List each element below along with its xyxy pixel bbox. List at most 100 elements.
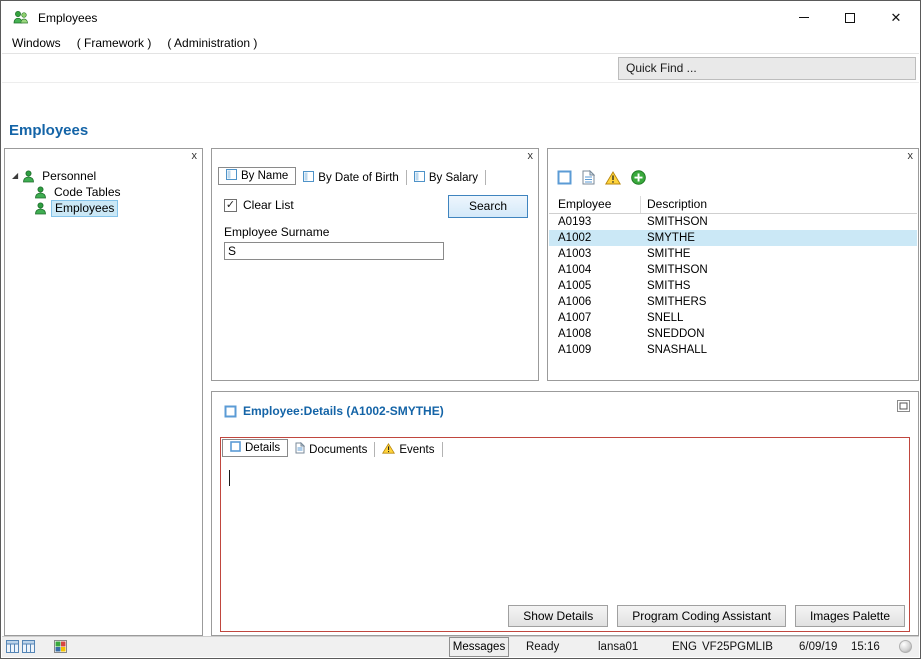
cell-description: SMITHSON — [641, 216, 708, 228]
tab-label: Details — [245, 442, 280, 454]
tree-item-label-selected: Employees — [51, 200, 118, 217]
table-row-selected[interactable]: A1002SMYTHE — [549, 230, 917, 246]
tab-details[interactable]: Details — [222, 439, 288, 457]
minimize-icon — [799, 17, 809, 18]
restore-icon[interactable] — [897, 400, 910, 412]
grid-view-icon[interactable] — [6, 640, 19, 653]
details-view-icon[interactable] — [557, 170, 572, 185]
cell-description: SMITHS — [641, 280, 690, 292]
messages-button[interactable]: Messages — [449, 637, 509, 657]
grid-view-icon-2[interactable] — [22, 640, 35, 653]
column-header-employee[interactable]: Employee — [549, 196, 641, 213]
tree-item-code-tables[interactable]: Code Tables — [34, 184, 124, 200]
table-row[interactable]: A1009SNASHALL — [549, 342, 917, 358]
cell-description: SNASHALL — [641, 344, 707, 356]
program-coding-assistant-button[interactable]: Program Coding Assistant — [617, 605, 786, 627]
clear-list-checkbox[interactable]: ✓ — [224, 199, 237, 212]
window-title: Employees — [38, 11, 97, 25]
grid-header: Employee Description — [549, 196, 917, 214]
close-panel-icon[interactable]: x — [908, 150, 914, 162]
tab-events[interactable]: Events — [375, 442, 442, 457]
panel-icon — [230, 441, 241, 455]
page-title: Employees — [9, 122, 88, 139]
cell-description: SMITHERS — [641, 296, 706, 308]
cell-employee: A1004 — [549, 264, 641, 276]
tab-label: Events — [399, 444, 434, 456]
framework-icon[interactable] — [54, 640, 67, 653]
table-row[interactable]: A1003SMITHE — [549, 246, 917, 262]
table-row[interactable]: A1007SNELL — [549, 310, 917, 326]
maximize-icon — [845, 13, 855, 23]
cell-description: SNEDDON — [641, 328, 705, 340]
close-panel-icon[interactable]: x — [192, 150, 198, 162]
maximize-button[interactable] — [827, 2, 873, 33]
details-content-area[interactable]: Details Documents Events Show Details Pr… — [220, 437, 910, 632]
tab-by-date-of-birth[interactable]: By Date of Birth — [296, 170, 407, 185]
table-row[interactable]: A1005SMITHS — [549, 278, 917, 294]
status-date: 6/09/19 — [799, 637, 837, 657]
cell-employee: A1009 — [549, 344, 641, 356]
employee-list-panel: x Employee Description A0193SMITHSON A10… — [547, 148, 919, 381]
images-palette-button[interactable]: Images Palette — [795, 605, 905, 627]
tab-documents[interactable]: Documents — [288, 442, 375, 457]
warning-icon[interactable] — [605, 171, 621, 185]
warning-icon — [382, 443, 395, 457]
tab-by-salary[interactable]: By Salary — [407, 170, 486, 185]
employee-details-panel: Employee:Details (A1002-SMYTHE) Details … — [211, 391, 919, 636]
cell-employee: A1006 — [549, 296, 641, 308]
status-bar: Messages Ready lansa01 ENG VF25PGMLIB 6/… — [2, 636, 919, 657]
toolbar: Quick Find ... — [2, 55, 919, 83]
cell-employee: A1005 — [549, 280, 641, 292]
tab-by-name[interactable]: By Name — [218, 167, 296, 185]
cell-employee: A0193 — [549, 216, 641, 228]
menu-bar: Windows ( Framework ) ( Administration ) — [2, 33, 919, 54]
details-panel-icon — [224, 405, 237, 418]
document-icon[interactable] — [582, 170, 595, 185]
green-figure-icon — [34, 186, 47, 199]
panel-icon — [414, 171, 425, 185]
table-row[interactable]: A1004SMITHSON — [549, 262, 917, 278]
cell-description: SMITHE — [641, 248, 690, 260]
statusbar-icons — [6, 640, 67, 653]
close-button[interactable]: ✕ — [873, 2, 919, 33]
cell-description: SMYTHE — [641, 232, 695, 244]
employees-app-icon — [13, 10, 29, 25]
minimize-button[interactable] — [781, 2, 827, 33]
document-icon — [295, 442, 305, 457]
close-panel-icon[interactable]: x — [528, 150, 534, 162]
show-details-button[interactable]: Show Details — [508, 605, 608, 627]
tree-item-personnel[interactable]: ◢ Personnel — [12, 168, 99, 184]
menu-framework[interactable]: ( Framework ) — [69, 36, 160, 50]
tab-label: By Salary — [429, 172, 478, 184]
menu-windows[interactable]: Windows — [4, 36, 69, 50]
menu-administration[interactable]: ( Administration ) — [159, 36, 265, 50]
details-tabstrip: Details Documents Events — [222, 439, 443, 457]
table-row[interactable]: A0193SMITHSON — [549, 214, 917, 230]
employee-grid: Employee Description A0193SMITHSON A1002… — [549, 196, 917, 358]
details-panel-title: Employee:Details (A1002-SMYTHE) — [243, 404, 444, 418]
tree-item-employees[interactable]: Employees — [34, 200, 118, 216]
library-name: VF25PGMLIB — [702, 637, 773, 657]
surname-label: Employee Surname — [224, 225, 329, 239]
language-code: ENG — [672, 637, 697, 657]
connection-status-icon — [899, 640, 912, 653]
panel-icon — [303, 171, 314, 185]
surname-input[interactable] — [224, 242, 444, 260]
text-caret — [229, 470, 230, 486]
status-time: 15:16 — [851, 637, 880, 657]
search-panel: x By Name By Date of Birth By Salary ✓ C… — [211, 148, 539, 381]
search-button[interactable]: Search — [448, 195, 528, 218]
add-icon[interactable] — [631, 170, 646, 185]
navigation-tree-panel: x ◢ Personnel Code Tables Employees — [4, 148, 203, 636]
table-row[interactable]: A1006SMITHERS — [549, 294, 917, 310]
cell-employee: A1002 — [549, 232, 641, 244]
expander-icon[interactable]: ◢ — [12, 172, 18, 180]
table-row[interactable]: A1008SNEDDON — [549, 326, 917, 342]
tab-label: Documents — [309, 444, 367, 456]
cell-employee: A1008 — [549, 328, 641, 340]
quick-find-input[interactable]: Quick Find ... — [618, 57, 916, 80]
list-toolbar — [557, 170, 646, 185]
cell-employee: A1003 — [549, 248, 641, 260]
column-header-description[interactable]: Description — [641, 196, 707, 213]
title-bar: Employees ✕ — [2, 2, 919, 33]
